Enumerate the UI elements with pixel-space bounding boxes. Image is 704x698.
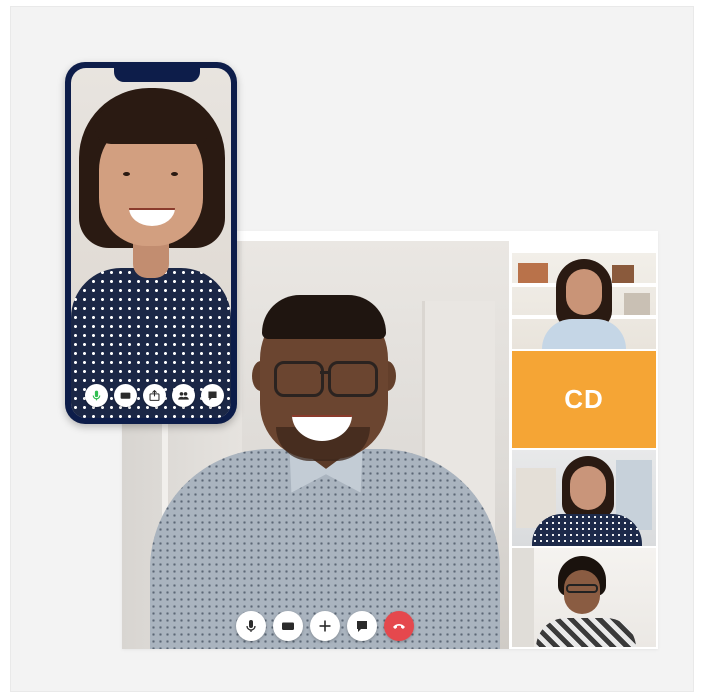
- illustration-stage: CD: [10, 6, 694, 692]
- phone-share-button[interactable]: [143, 384, 166, 407]
- phone-notch: [114, 68, 200, 82]
- mobile-phone: [65, 62, 237, 424]
- participant-initials: CD: [564, 384, 604, 414]
- chat-bubble-icon: [357, 621, 367, 632]
- participant-tile[interactable]: [512, 450, 656, 546]
- video-camera-icon: [282, 622, 294, 630]
- phone-video-button[interactable]: [114, 384, 137, 407]
- phone-video-feed: [71, 68, 231, 418]
- participant-tiles: CD: [512, 241, 656, 649]
- chat-bubble-icon: [208, 391, 217, 401]
- phone-call-controls: [85, 384, 224, 407]
- phone-chat-button[interactable]: [201, 384, 224, 407]
- phone-participants-button[interactable]: [172, 384, 195, 407]
- participant-face: [570, 466, 606, 510]
- video-camera-icon: [120, 392, 131, 399]
- chat-button[interactable]: [347, 611, 377, 641]
- participant-tile[interactable]: [512, 253, 656, 349]
- participant-tile-initials[interactable]: CD: [512, 351, 656, 448]
- add-participant-button[interactable]: [310, 611, 340, 641]
- end-call-button[interactable]: [384, 611, 414, 641]
- video-button[interactable]: [273, 611, 303, 641]
- phone-speaker: [71, 68, 231, 418]
- microphone-icon: [92, 390, 101, 401]
- phone-microphone-button[interactable]: [85, 384, 108, 407]
- plus-icon: [319, 620, 331, 632]
- participants-icon: [178, 392, 189, 400]
- microphone-icon: [246, 620, 256, 632]
- microphone-button[interactable]: [236, 611, 266, 641]
- glasses: [274, 361, 324, 397]
- participant-tile[interactable]: [512, 548, 656, 647]
- share-icon: [149, 389, 160, 401]
- participant-face: [566, 269, 602, 315]
- desktop-call-controls: [236, 611, 414, 641]
- end-call-icon: [393, 624, 405, 629]
